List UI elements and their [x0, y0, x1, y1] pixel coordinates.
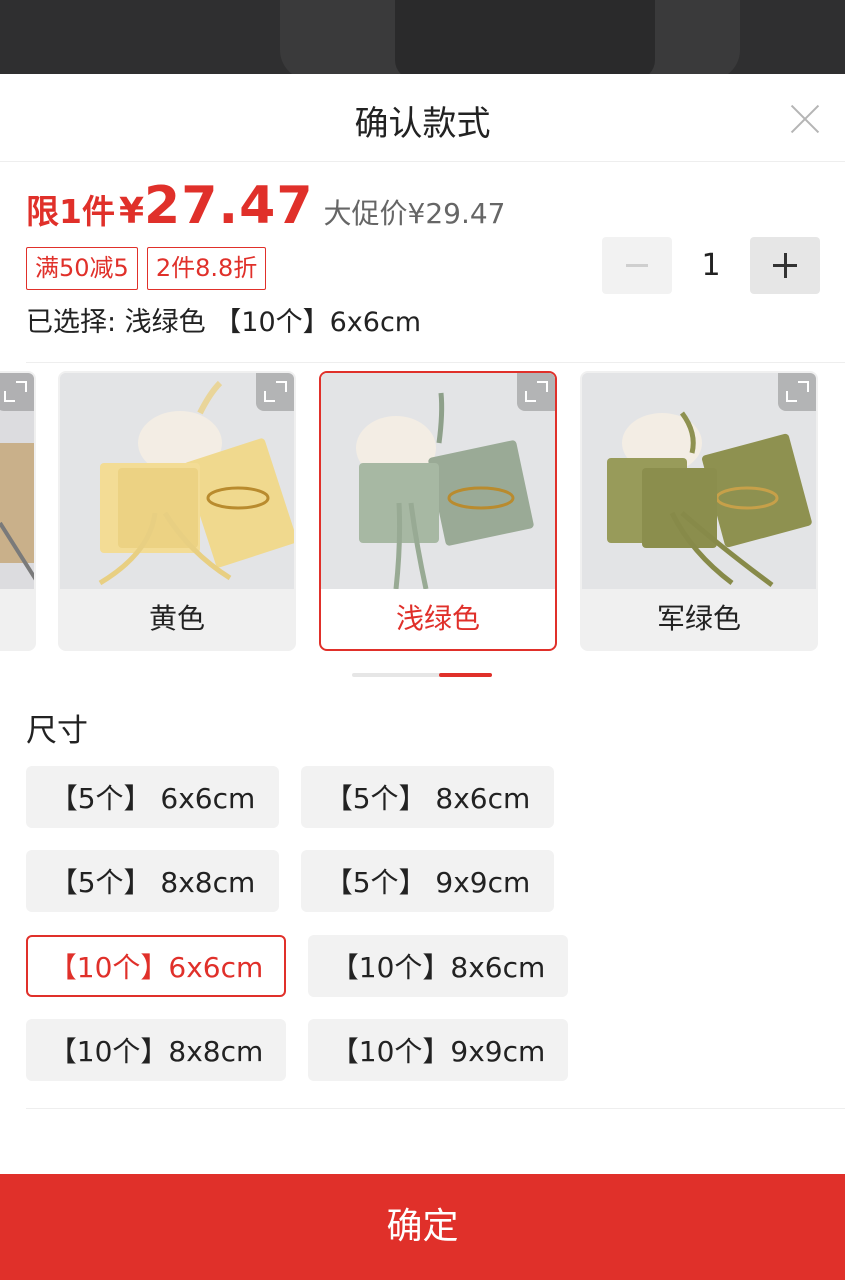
limit-label: 限1件 — [26, 192, 115, 231]
decrease-button[interactable] — [602, 237, 672, 294]
color-option-card[interactable]: 军绿色 — [580, 371, 818, 651]
sheet-title: 确认款式 — [354, 104, 491, 144]
coupon-tag: 满50减5 — [26, 247, 138, 290]
coupon-tag: 2件8.8折 — [146, 247, 267, 290]
size-option[interactable]: 【10个】8x8cm — [26, 1019, 286, 1081]
color-option-card[interactable] — [0, 371, 36, 651]
scroll-indicator-thumb — [439, 673, 492, 677]
size-option[interactable]: 【10个】8x6cm — [308, 935, 568, 997]
confirm-button[interactable]: 确定 — [0, 1174, 845, 1280]
color-option-label: 黄色 — [148, 602, 205, 635]
expand-icon[interactable] — [0, 373, 34, 411]
currency-symbol: ¥ — [118, 191, 145, 232]
price-row: 限1件 ¥27.47 大促价¥29.47 — [26, 176, 506, 240]
style-selection-sheet: 确认款式 限1件 ¥27.47 大促价¥29.47 满50减5 2件8.8折 1 已… — [0, 74, 845, 1280]
color-option-label: 军绿色 — [656, 602, 741, 635]
selected-summary: 已选择: 浅绿色 【10个】6x6cm — [26, 307, 422, 338]
size-option[interactable]: 【5个】 8x8cm — [26, 850, 279, 912]
expand-icon[interactable] — [256, 373, 294, 411]
expand-icon[interactable] — [778, 373, 816, 411]
size-option[interactable]: 【5个】 6x6cm — [26, 766, 279, 828]
color-carousel[interactable]: 黄色 浅绿色 军绿色 — [0, 371, 845, 651]
size-option[interactable]: 【5个】 9x9cm — [301, 850, 554, 912]
coupon-tags: 满50减5 2件8.8折 — [26, 247, 267, 290]
size-option-selected[interactable]: 【10个】6x6cm — [26, 935, 286, 997]
background-product-image — [0, 0, 845, 74]
quantity-value: 1 — [701, 248, 721, 283]
size-section-title: 尺寸 — [26, 713, 88, 749]
expand-icon[interactable] — [517, 373, 555, 411]
close-icon[interactable] — [787, 100, 823, 136]
color-option-label: 浅绿色 — [395, 602, 480, 635]
color-option-label — [0, 589, 34, 649]
size-option[interactable]: 【10个】9x9cm — [308, 1019, 568, 1081]
price-value: 27.47 — [144, 176, 314, 236]
color-option-card-selected[interactable]: 浅绿色 — [319, 371, 557, 651]
divider — [26, 362, 845, 363]
size-option[interactable]: 【5个】 8x6cm — [301, 766, 554, 828]
divider — [26, 1108, 845, 1109]
color-option-card[interactable]: 黄色 — [58, 371, 296, 651]
increase-button[interactable] — [750, 237, 820, 294]
scroll-indicator — [352, 673, 492, 677]
original-price: 大促价¥29.47 — [323, 197, 506, 230]
sheet-header: 确认款式 — [0, 74, 845, 162]
quantity-stepper: 1 — [602, 237, 820, 294]
